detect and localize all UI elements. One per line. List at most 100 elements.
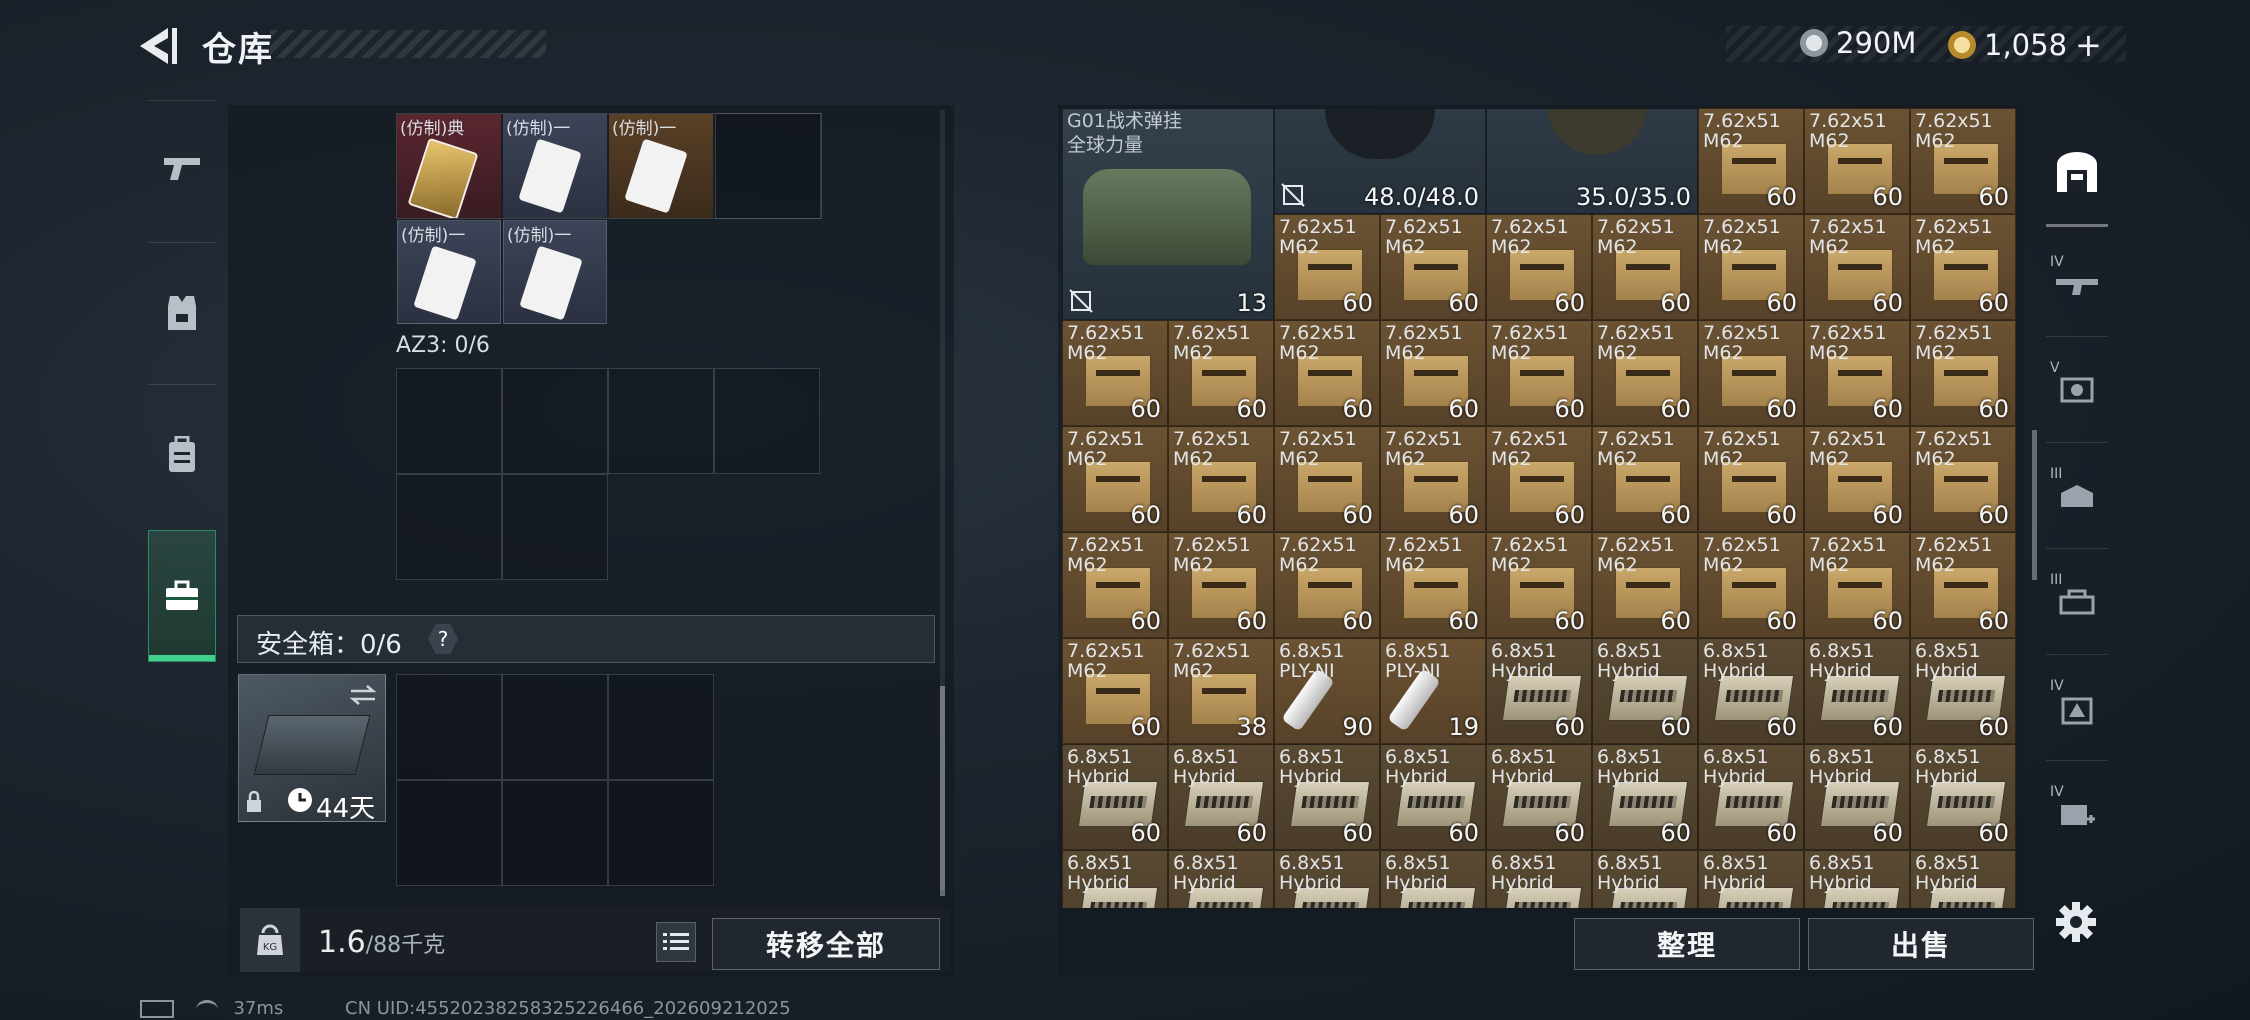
stash-item-ammo[interactable]: 6.8x51 Hybrid 60 (1698, 744, 1804, 850)
filter-medical[interactable]: IV (2040, 762, 2114, 866)
safe-slot[interactable] (502, 780, 608, 886)
stash-item-ammo[interactable]: 7.62x51 M62 60 (1168, 320, 1274, 426)
pouch-item[interactable]: (仿制)一 (503, 220, 607, 324)
pouch-item[interactable]: (仿制)一 (503, 114, 607, 218)
stash-item-ammo[interactable]: 7.62x51 M62 60 (1274, 320, 1380, 426)
stash-item-ammo[interactable]: 7.62x51 M62 60 (1062, 426, 1168, 532)
stash-item-ammo[interactable]: 6.8x51 Hybrid (1168, 850, 1274, 908)
stash-item-ammo[interactable]: 7.62x51 M62 60 (1698, 108, 1804, 214)
nav-armor[interactable] (138, 244, 226, 382)
stash-item-helmet[interactable]: 48.0/48.0 (1274, 108, 1486, 214)
stash-item-ammo[interactable]: 7.62x51 M62 60 (1698, 426, 1804, 532)
az3-slot[interactable] (714, 368, 820, 474)
az3-slot[interactable] (608, 368, 714, 474)
stash-scrollbar-thumb[interactable] (2032, 430, 2037, 580)
stash-item-ammo[interactable]: 6.8x51 PLY-NI 19 (1380, 638, 1486, 744)
stash-item-ammo[interactable]: 6.8x51 Hybrid (1274, 850, 1380, 908)
stash-item-ammo[interactable]: 7.62x51 M62 60 (1592, 320, 1698, 426)
stash-item-ammo[interactable]: 7.62x51 M62 60 (1804, 108, 1910, 214)
filter-weapon[interactable]: IV (2040, 232, 2114, 336)
stash-item-ammo[interactable]: 7.62x51 M62 60 (1804, 426, 1910, 532)
nav-weapon[interactable] (138, 100, 226, 238)
gold-currency[interactable]: 1,058 + (1948, 26, 2102, 64)
stash-item-ammo[interactable]: 7.62x51 M62 60 (1062, 320, 1168, 426)
pouch-item[interactable]: (仿制)一 (397, 220, 501, 324)
stash-item-ammo[interactable]: 7.62x51 M62 60 (1380, 426, 1486, 532)
stash-item-ammo[interactable]: 7.62x51 M62 38 (1168, 638, 1274, 744)
stash-item-ammo[interactable]: 7.62x51 M62 60 (1804, 532, 1910, 638)
stash-item-ammo[interactable]: 7.62x51 M62 60 (1486, 214, 1592, 320)
stash-item-ammo[interactable]: 7.62x51 M62 60 (1168, 426, 1274, 532)
filter-armor[interactable]: V (2040, 338, 2114, 442)
stash-item-ammo[interactable]: 7.62x51 M62 60 (1274, 426, 1380, 532)
add-currency-button[interactable]: + (2075, 26, 2102, 64)
stash-item-rig[interactable]: G01战术弹挂 全球力量 13 (1062, 108, 1274, 320)
settings-button[interactable] (2052, 898, 2100, 946)
safe-slot[interactable] (396, 674, 502, 780)
stash-item-ammo[interactable]: 7.62x51 M62 60 (1592, 532, 1698, 638)
sell-button[interactable]: 出售 (1808, 918, 2034, 970)
stash-item-ammo[interactable]: 6.8x51 Hybrid 60 (1274, 744, 1380, 850)
stash-item-ammo[interactable]: 6.8x51 Hybrid 60 (1698, 638, 1804, 744)
az3-slot[interactable] (502, 474, 608, 580)
safe-slot[interactable] (608, 780, 714, 886)
stash-item-ammo[interactable]: 6.8x51 Hybrid 60 (1380, 744, 1486, 850)
filter-helmet[interactable]: III (2040, 444, 2114, 548)
stash-item-ammo[interactable]: 7.62x51 M62 60 (1910, 320, 2016, 426)
az3-slot[interactable] (396, 368, 502, 474)
stash-item-ammo[interactable]: 7.62x51 M62 60 (1486, 426, 1592, 532)
stash-item-ammo[interactable]: 6.8x51 Hybrid 60 (1592, 638, 1698, 744)
az3-slot[interactable] (502, 368, 608, 474)
stash-item-ammo[interactable]: 7.62x51 M62 60 (1910, 426, 2016, 532)
safe-slot[interactable] (608, 674, 714, 780)
stash-item-ammo[interactable]: 7.62x51 M62 60 (1486, 320, 1592, 426)
stash-item-ammo[interactable]: 7.62x51 M62 60 (1274, 214, 1380, 320)
stash-item-ammo[interactable]: 7.62x51 M62 60 (1698, 532, 1804, 638)
stash-item-ammo[interactable]: 7.62x51 M62 60 (1804, 214, 1910, 320)
stash-item-ammo[interactable]: 7.62x51 M62 60 (1380, 320, 1486, 426)
stash-item-ammo[interactable]: 7.62x51 M62 60 (1274, 532, 1380, 638)
stash-item-ammo[interactable]: 6.8x51 Hybrid 60 (1804, 744, 1910, 850)
safe-slot[interactable] (502, 674, 608, 780)
filter-container[interactable] (2040, 120, 2114, 224)
list-view-button[interactable] (656, 922, 696, 962)
sort-button[interactable]: 整理 (1574, 918, 1800, 970)
nav-case[interactable] (148, 530, 216, 662)
stash-item-ammo[interactable]: 7.62x51 M62 60 (1910, 532, 2016, 638)
stash-item-ammo[interactable]: 6.8x51 Hybrid 60 (1486, 744, 1592, 850)
stash-item-ammo[interactable]: 6.8x51 Hybrid (1804, 850, 1910, 908)
stash-item-ammo[interactable]: 7.62x51 M62 60 (1062, 638, 1168, 744)
stash-item-ammo[interactable]: 6.8x51 PLY-NI 90 (1274, 638, 1380, 744)
stash-item-ammo[interactable]: 7.62x51 M62 60 (1804, 320, 1910, 426)
pouch-item[interactable]: (仿制)典 (397, 114, 501, 218)
transfer-all-button[interactable]: 转移全部 (712, 918, 940, 970)
stash-item-ammo[interactable]: 7.62x51 M62 60 (1910, 214, 2016, 320)
stash-item-ammo[interactable]: 6.8x51 Hybrid 60 (1486, 638, 1592, 744)
stash-item-ammo[interactable]: 6.8x51 Hybrid (1592, 850, 1698, 908)
stash-item-ammo[interactable]: 6.8x51 Hybrid (1062, 850, 1168, 908)
az3-slot[interactable] (396, 474, 502, 580)
filter-backpack[interactable]: IV (2040, 656, 2114, 760)
stash-item-ammo[interactable]: 7.62x51 M62 60 (1168, 532, 1274, 638)
pouch-empty-slot[interactable] (715, 113, 821, 219)
stash-item-ammo[interactable]: 7.62x51 M62 60 (1486, 532, 1592, 638)
filter-rig[interactable]: III (2040, 550, 2114, 654)
stash-item-ammo[interactable]: 6.8x51 Hybrid (1698, 850, 1804, 908)
stash-item-ammo[interactable]: 7.62x51 M62 60 (1380, 532, 1486, 638)
stash-item-ammo[interactable]: 6.8x51 Hybrid 60 (1062, 744, 1168, 850)
stash-item-ammo[interactable]: 7.62x51 M62 60 (1698, 320, 1804, 426)
back-arrow-icon[interactable] (138, 26, 180, 66)
nav-backpack[interactable] (138, 386, 226, 524)
stash-item-ammo[interactable]: 6.8x51 Hybrid 60 (1804, 638, 1910, 744)
stash-item-ammo[interactable]: 6.8x51 Hybrid (1486, 850, 1592, 908)
stash-item-ammo[interactable]: 7.62x51 M62 60 (1910, 108, 2016, 214)
safe-slot[interactable] (396, 780, 502, 886)
stash-item-ammo[interactable]: 6.8x51 Hybrid (1910, 850, 2016, 908)
stash-item-ammo[interactable]: 7.62x51 M62 60 (1592, 214, 1698, 320)
stash-item-ammo[interactable]: 6.8x51 Hybrid 60 (1592, 744, 1698, 850)
stash-item-ammo[interactable]: 6.8x51 Hybrid 60 (1910, 744, 2016, 850)
swap-icon[interactable] (349, 683, 377, 707)
stash-item-ammo[interactable]: 7.62x51 M62 60 (1062, 532, 1168, 638)
loadout-scrollbar-thumb[interactable] (940, 686, 945, 896)
stash-item-ammo[interactable]: 7.62x51 M62 60 (1698, 214, 1804, 320)
